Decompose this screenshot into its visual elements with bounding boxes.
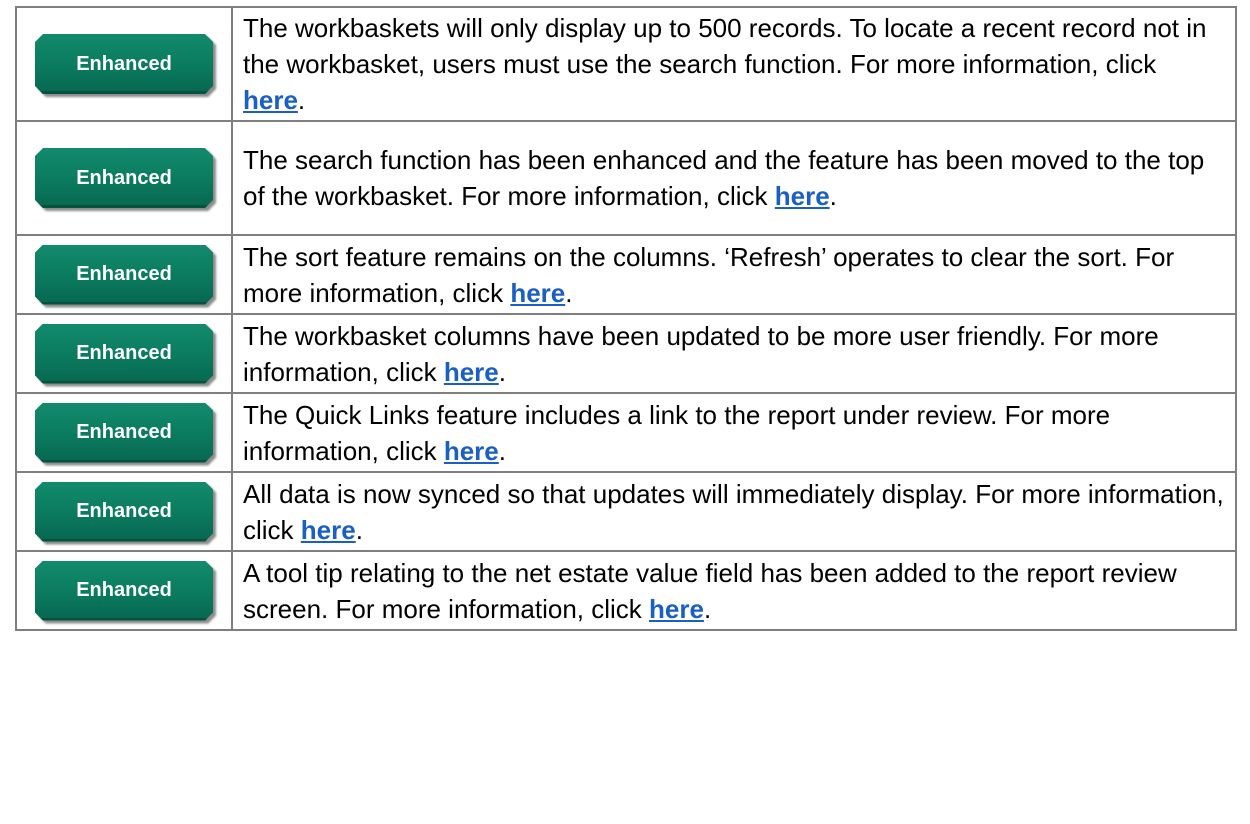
description-text: The workbaskets will only display up to …: [243, 13, 1207, 79]
description-text: The search function has been enhanced an…: [243, 145, 1205, 211]
description-cell: The Quick Links feature includes a link …: [232, 393, 1236, 472]
punctuation: .: [565, 277, 573, 308]
punctuation: .: [498, 435, 506, 466]
enhanced-badge: Enhanced: [35, 148, 213, 208]
more-info-link[interactable]: here: [649, 594, 704, 624]
table-row: Enhanced The workbaskets will only displ…: [16, 7, 1236, 121]
badge-cell: Enhanced: [16, 393, 232, 472]
more-info-link[interactable]: here: [243, 85, 298, 115]
badge-cell: Enhanced: [16, 235, 232, 314]
badge-cell: Enhanced: [16, 7, 232, 121]
table-row: Enhanced All data is now synced so that …: [16, 472, 1236, 551]
description-text: The workbasket columns have been updated…: [243, 320, 1159, 387]
enhancements-table: Enhanced The workbaskets will only displ…: [15, 6, 1237, 631]
more-info-link[interactable]: here: [301, 515, 356, 545]
badge-cell: Enhanced: [16, 314, 232, 393]
badge-cell: Enhanced: [16, 472, 232, 551]
more-info-link[interactable]: here: [510, 278, 565, 308]
enhanced-badge: Enhanced: [35, 560, 213, 621]
table-row: Enhanced The Quick Links feature include…: [16, 393, 1236, 472]
description-cell: The workbaskets will only display up to …: [232, 7, 1236, 121]
punctuation: .: [297, 85, 306, 115]
description-cell: A tool tip relating to the net estate va…: [232, 551, 1236, 630]
description-cell: The workbasket columns have been updated…: [232, 314, 1236, 393]
more-info-link[interactable]: here: [775, 181, 830, 211]
description-cell: The sort feature remains on the columns.…: [232, 235, 1236, 314]
enhanced-badge: Enhanced: [35, 34, 213, 94]
table-row: Enhanced The search function has been en…: [16, 121, 1236, 235]
punctuation: .: [498, 356, 506, 387]
enhanced-badge: Enhanced: [35, 402, 213, 463]
more-info-link[interactable]: here: [444, 357, 499, 387]
punctuation: .: [703, 593, 712, 624]
table-row: Enhanced The sort feature remains on the…: [16, 235, 1236, 314]
description-cell: The search function has been enhanced an…: [232, 121, 1236, 235]
table-row: Enhanced A tool tip relating to the net …: [16, 551, 1236, 630]
description-text: The Quick Links feature includes a link …: [243, 399, 1111, 466]
description-cell: All data is now synced so that updates w…: [232, 472, 1236, 551]
table-row: Enhanced The workbasket columns have bee…: [16, 314, 1236, 393]
punctuation: .: [355, 514, 363, 545]
more-info-link[interactable]: here: [444, 436, 499, 466]
description-text: All data is now synced so that updates w…: [243, 478, 1224, 545]
badge-cell: Enhanced: [16, 121, 232, 235]
description-text: The sort feature remains on the columns.…: [243, 241, 1175, 308]
enhanced-badge: Enhanced: [35, 244, 213, 305]
enhanced-badge: Enhanced: [35, 323, 213, 384]
punctuation: .: [829, 181, 837, 211]
enhanced-badge: Enhanced: [35, 481, 213, 542]
badge-cell: Enhanced: [16, 551, 232, 630]
